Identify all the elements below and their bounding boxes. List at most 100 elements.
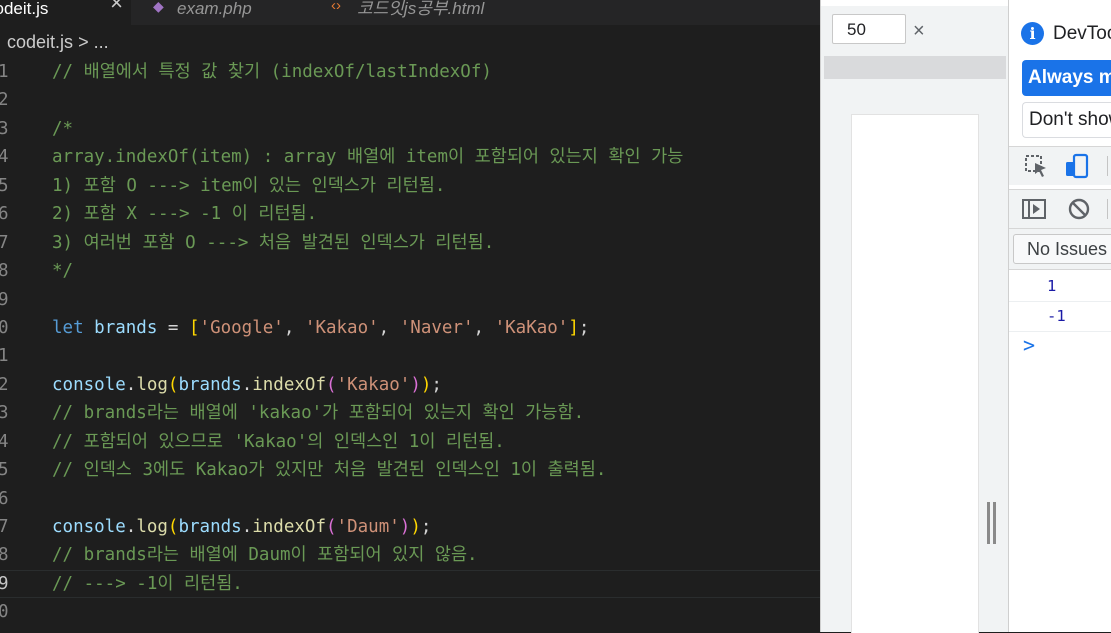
code-line[interactable]: 4 // 포함되어 있으므로 'Kakao'의 인덱스인 1이 리턴됨. (0, 428, 820, 456)
tab-label: codeit.js (0, 0, 49, 18)
comment: array.indexOf(item) : array 배열에 item이 포함… (52, 147, 684, 168)
comment: 3) 여러번 포함 O ---> 처음 발견된 인덱스가 리턴됨. (52, 232, 495, 253)
device-viewport[interactable] (851, 114, 979, 633)
identifier: console (52, 374, 126, 395)
viewport-width-input[interactable]: 50 (832, 14, 906, 44)
line-number: 5 (0, 460, 9, 481)
console-output-line: 1 (1009, 272, 1111, 302)
string: 'Daum' (336, 517, 400, 537)
string: 'Kakao' (304, 317, 379, 338)
comment: // 포함되어 있으므로 'Kakao'의 인덱스인 1이 리턴됨. (52, 431, 505, 452)
code-area[interactable]: 1 // 배열에서 특정 값 찾기 (indexOf/lastIndexOf) 2… (0, 58, 820, 627)
bracket: ( (167, 374, 179, 395)
line-number: 3 (0, 403, 9, 424)
separator: , (378, 317, 400, 338)
code-line[interactable]: 7 3) 여러번 포함 O ---> 처음 발견된 인덱스가 리턴됨. (0, 229, 820, 257)
breadcrumb-more[interactable]: ... (94, 32, 109, 52)
resize-handle-bar (993, 502, 996, 544)
line-number: 2 (0, 374, 9, 395)
method: indexOf (252, 517, 326, 537)
semicolon: ; (420, 517, 432, 537)
comment: // 인덱스 3에도 Kakao가 있지만 처음 발견된 인덱스인 1이 출력됨… (52, 460, 607, 481)
code-line[interactable]: 1 // 배열에서 특정 값 찾기 (indexOf/lastIndexOf) (0, 58, 820, 86)
devtools-toolbar (1009, 146, 1111, 185)
line-number: 5 (0, 175, 9, 196)
code-line[interactable]: 2 (0, 86, 820, 114)
code-line[interactable]: 3 /* (0, 115, 820, 143)
tab-exam-php[interactable]: ◆ exam.php (131, 0, 311, 25)
method: log (136, 374, 168, 395)
viewport-width-value: 50 (847, 20, 866, 39)
separator: , (473, 317, 495, 338)
chevron-right-icon[interactable]: > (1023, 333, 1035, 357)
code-line[interactable]: 8 */ (0, 257, 820, 285)
line-number: 7 (0, 517, 9, 537)
line-number: 8 (0, 545, 9, 566)
identifier: console (52, 517, 126, 537)
code-line[interactable]: 0 (0, 598, 820, 626)
line-number: 2 (0, 90, 9, 111)
always-match-button[interactable]: Always match (1022, 60, 1111, 96)
code-editor[interactable]: codeit.js × ◆ exam.php ‹› 코드잇js공부.html c… (0, 0, 820, 632)
clear-size-icon[interactable]: × (913, 19, 925, 43)
code-line[interactable]: 7 console.log(brands.indexOf('Daum')); (0, 513, 820, 541)
dont-show-button[interactable]: Don't show (1022, 102, 1111, 138)
string: 'KaKao' (494, 317, 569, 338)
code-line[interactable]: 6 2) 포함 X ---> -1 이 리턴됨. (0, 200, 820, 228)
tab-html-file[interactable]: ‹› 코드잇js공부.html (311, 0, 554, 25)
bracket: ] (568, 317, 579, 338)
comment: // brands라는 배열에 Daum이 포함되어 있지 않음. (52, 545, 478, 566)
tab-label: exam.php (177, 0, 252, 18)
code-line[interactable]: 8 // brands라는 배열에 Daum이 포함되어 있지 않음. (0, 541, 820, 569)
toolbar-separator (1107, 199, 1108, 219)
sidebar-toggle-icon[interactable] (1020, 195, 1048, 223)
tab-codeit-js[interactable]: codeit.js × (0, 0, 131, 25)
code-line[interactable]: 4 array.indexOf(item) : array 배열에 item이 포… (0, 143, 820, 171)
bracket: ( (167, 517, 179, 537)
resize-handle[interactable] (987, 502, 997, 544)
no-issues-button[interactable]: No Issues (1013, 234, 1111, 264)
line-number: 4 (0, 147, 9, 168)
close-tab-icon[interactable]: × (110, 0, 123, 14)
code-line[interactable]: 6 (0, 485, 820, 513)
breadcrumb[interactable]: codeit.js > ... (0, 30, 109, 54)
identifier: brands (178, 517, 242, 537)
comment: 2) 포함 X ---> -1 이 리턴됨. (52, 204, 318, 225)
code-line[interactable]: 9 (0, 286, 820, 314)
method: indexOf (252, 374, 326, 395)
line-number: 9 (0, 289, 9, 310)
console-value: 1 (1047, 277, 1057, 295)
identifier: brands (94, 317, 158, 338)
browser-preview-pane: 50 × (820, 0, 1009, 633)
code-line[interactable]: 5 1) 포함 O ---> item이 있는 인덱스가 리턴됨. (0, 172, 820, 200)
comment: // ---> -1이 리턴됨. (52, 573, 243, 594)
devtools-panel: i DevTools Always match Don't show No Is… (1008, 0, 1111, 632)
comment: // 배열에서 특정 값 찾기 (indexOf/lastIndexOf) (52, 62, 492, 82)
statement: console.log(brands.indexOf('Daum')); (52, 513, 431, 541)
bracket: ( (326, 374, 337, 395)
line-number: 1 (0, 62, 9, 82)
operator: = (157, 317, 189, 338)
code-line[interactable]: 3 // brands라는 배열에 'kakao'가 포함되어 있는지 확인 가능… (0, 399, 820, 427)
operator: . (125, 517, 137, 537)
code-line[interactable]: 1 (0, 342, 820, 370)
clear-console-icon[interactable] (1065, 195, 1093, 223)
inspect-element-icon[interactable] (1022, 152, 1050, 180)
device-toggle-icon[interactable] (1063, 152, 1091, 180)
operator: . (125, 374, 137, 395)
line-number: 0 (0, 317, 9, 338)
comment: 1) 포함 O ---> item이 있는 인덱스가 리턴됨. (52, 175, 446, 196)
current-code-line[interactable]: 9 // ---> -1이 리턴됨. (0, 570, 820, 598)
method: log (136, 517, 168, 537)
info-icon: i (1021, 22, 1044, 45)
string: 'Kakao' (336, 374, 411, 395)
code-line[interactable]: 0 let brands = ['Google', 'Kakao', 'Naver… (0, 314, 820, 342)
bracket: ) (410, 374, 421, 395)
code-line[interactable]: 5 // 인덱스 3에도 Kakao가 있지만 처음 발견된 인덱스인 1이 출력… (0, 456, 820, 484)
issues-bar: No Issues (1009, 228, 1111, 270)
html-file-icon: ‹› (331, 0, 341, 14)
breadcrumb-file[interactable]: codeit.js (7, 32, 73, 52)
line-number: 1 (0, 346, 9, 367)
code-line[interactable]: 2 console.log(brands.indexOf('Kakao')); (0, 371, 820, 399)
media-query-ruler[interactable] (824, 56, 1006, 79)
